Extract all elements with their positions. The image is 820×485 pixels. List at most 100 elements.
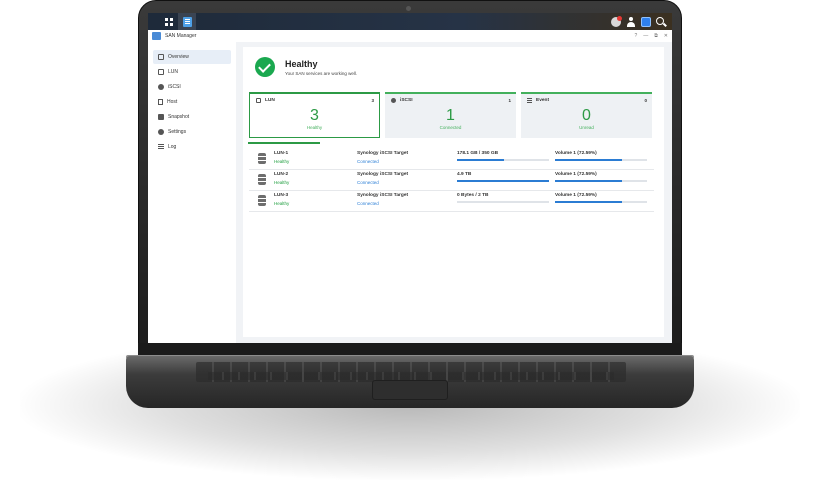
volume-text: Volume 1 (72.59%) bbox=[555, 193, 597, 198]
sidebar-item-label: Host bbox=[167, 99, 178, 105]
user-icon[interactable] bbox=[626, 16, 636, 27]
lun-icon bbox=[158, 69, 164, 75]
target-status: Connected bbox=[357, 180, 379, 185]
overview-icon bbox=[158, 54, 164, 60]
health-title: Healthy bbox=[285, 58, 318, 69]
lun-list: LUN-1 Healthy Synology iSCSI Target Connec… bbox=[249, 149, 654, 212]
notification-icon[interactable] bbox=[611, 15, 622, 27]
health-subtitle: Your SAN services are working well. bbox=[285, 70, 358, 76]
check-icon bbox=[255, 57, 275, 77]
sidebar-item-overview[interactable]: Overview bbox=[153, 50, 231, 64]
minimize-button[interactable]: — bbox=[643, 33, 648, 39]
lun-icon bbox=[256, 98, 261, 103]
target-status: Connected bbox=[357, 201, 379, 206]
sidebar-item-snapshot[interactable]: Snapshot bbox=[153, 110, 231, 124]
settings-icon bbox=[158, 129, 164, 135]
volume-bar bbox=[555, 201, 647, 203]
card-count: 3 bbox=[371, 98, 374, 103]
card-count: 0 bbox=[644, 98, 647, 103]
summary-cards: LUN 3 3 Healthy iSCSI 1 1 Connected Even… bbox=[249, 92, 652, 138]
target-name: Synology iSCSI Target bbox=[357, 151, 409, 156]
sidebar-item-label: Settings bbox=[168, 129, 187, 135]
capacity-text: 4.9 TB bbox=[457, 172, 472, 177]
help-button[interactable]: ? bbox=[634, 33, 637, 39]
log-icon bbox=[158, 144, 164, 150]
search-icon[interactable] bbox=[656, 16, 666, 27]
taskbar-san-manager[interactable] bbox=[178, 13, 196, 30]
sidebar-item-settings[interactable]: Settings bbox=[153, 125, 231, 139]
taskbar-tray bbox=[611, 15, 672, 27]
lun-name: LUN-2 bbox=[274, 172, 289, 177]
selected-tab-indicator bbox=[248, 142, 320, 144]
titlebar: SAN Manager ? — ⧉ ✕ bbox=[148, 30, 672, 42]
sidebar-item-label: iSCSI bbox=[168, 84, 181, 90]
taskbar bbox=[148, 13, 672, 30]
card-status: Unread bbox=[579, 125, 594, 130]
lun-name: LUN-3 bbox=[274, 193, 289, 198]
capacity-text: 0 Bytes / 2 TB bbox=[457, 193, 489, 198]
webcam bbox=[406, 6, 411, 11]
window-controls: ? — ⧉ ✕ bbox=[634, 33, 668, 39]
capacity-bar-fill bbox=[457, 180, 549, 182]
card-value: 1 bbox=[446, 107, 455, 124]
volume-bar bbox=[555, 159, 647, 161]
iscsi-icon bbox=[158, 84, 164, 90]
sidebar-item-host[interactable]: Host bbox=[153, 95, 231, 109]
lun-name: LUN-1 bbox=[274, 151, 289, 156]
sidebar-item-lun[interactable]: LUN bbox=[153, 65, 231, 79]
database-icon bbox=[258, 153, 266, 164]
main-content: Healthy Your SAN services are working we… bbox=[236, 42, 672, 343]
volume-bar bbox=[555, 180, 647, 182]
card-label: LUN bbox=[265, 98, 275, 103]
table-row[interactable]: LUN-3 Healthy Synology iSCSI Target Connec… bbox=[249, 191, 654, 212]
main-menu-button[interactable] bbox=[160, 13, 178, 30]
sidebar-item-label: Snapshot bbox=[168, 114, 190, 120]
capacity-bar bbox=[457, 201, 549, 203]
volume-bar-fill bbox=[555, 201, 622, 203]
database-icon bbox=[258, 174, 266, 185]
app-icon bbox=[152, 32, 161, 40]
capacity-bar bbox=[457, 159, 549, 161]
trackpad bbox=[372, 380, 448, 400]
lun-card[interactable]: LUN 3 3 Healthy bbox=[249, 92, 380, 138]
san-manager-icon bbox=[182, 16, 192, 27]
card-count: 1 bbox=[508, 98, 511, 103]
card-label: iSCSI bbox=[400, 98, 413, 103]
iscsi-icon bbox=[391, 98, 396, 103]
table-row[interactable]: LUN-2 Healthy Synology iSCSI Target Connec… bbox=[249, 170, 654, 191]
event-card[interactable]: Event 0 0 Unread bbox=[521, 92, 652, 138]
snapshot-icon bbox=[158, 114, 164, 120]
card-label: Event bbox=[536, 98, 550, 103]
iscsi-card[interactable]: iSCSI 1 1 Connected bbox=[385, 92, 516, 138]
sidebar-item-label: LUN bbox=[168, 69, 179, 75]
capacity-bar bbox=[457, 180, 549, 182]
database-icon bbox=[258, 195, 266, 206]
sidebar-item-label: Overview bbox=[168, 54, 189, 60]
sidebar-item-iscsi[interactable]: iSCSI bbox=[153, 80, 231, 94]
card-value: 3 bbox=[310, 107, 319, 124]
sidebar: Overview LUN iSCSI Host Snapshot Setting… bbox=[148, 42, 236, 343]
target-name: Synology iSCSI Target bbox=[357, 193, 409, 198]
card-value: 0 bbox=[582, 107, 591, 124]
sidebar-item-label: Log bbox=[168, 144, 177, 150]
lun-status: Healthy bbox=[274, 201, 290, 206]
keyboard-row bbox=[208, 372, 614, 380]
lun-status: Healthy bbox=[274, 180, 290, 185]
target-name: Synology iSCSI Target bbox=[357, 172, 409, 177]
sidebar-item-log[interactable]: Log bbox=[153, 140, 231, 154]
san-manager-window: SAN Manager ? — ⧉ ✕ Overview LUN iSCSI H… bbox=[148, 30, 672, 343]
health-status: Healthy Your SAN services are working we… bbox=[255, 57, 357, 77]
card-status: Healthy bbox=[306, 125, 323, 130]
close-button[interactable]: ✕ bbox=[664, 33, 668, 39]
main-menu-icon bbox=[165, 17, 173, 26]
volume-bar-fill bbox=[555, 180, 622, 182]
volume-text: Volume 1 (72.59%) bbox=[555, 151, 597, 156]
volume-text: Volume 1 (72.59%) bbox=[555, 172, 597, 177]
volume-bar-fill bbox=[555, 159, 622, 161]
widgets-icon[interactable] bbox=[641, 16, 651, 27]
host-icon bbox=[158, 99, 163, 105]
table-row[interactable]: LUN-1 Healthy Synology iSCSI Target Connec… bbox=[249, 149, 654, 170]
restore-button[interactable]: ⧉ bbox=[654, 33, 658, 39]
card-status: Connected bbox=[439, 125, 462, 130]
capacity-bar-fill bbox=[457, 159, 504, 161]
